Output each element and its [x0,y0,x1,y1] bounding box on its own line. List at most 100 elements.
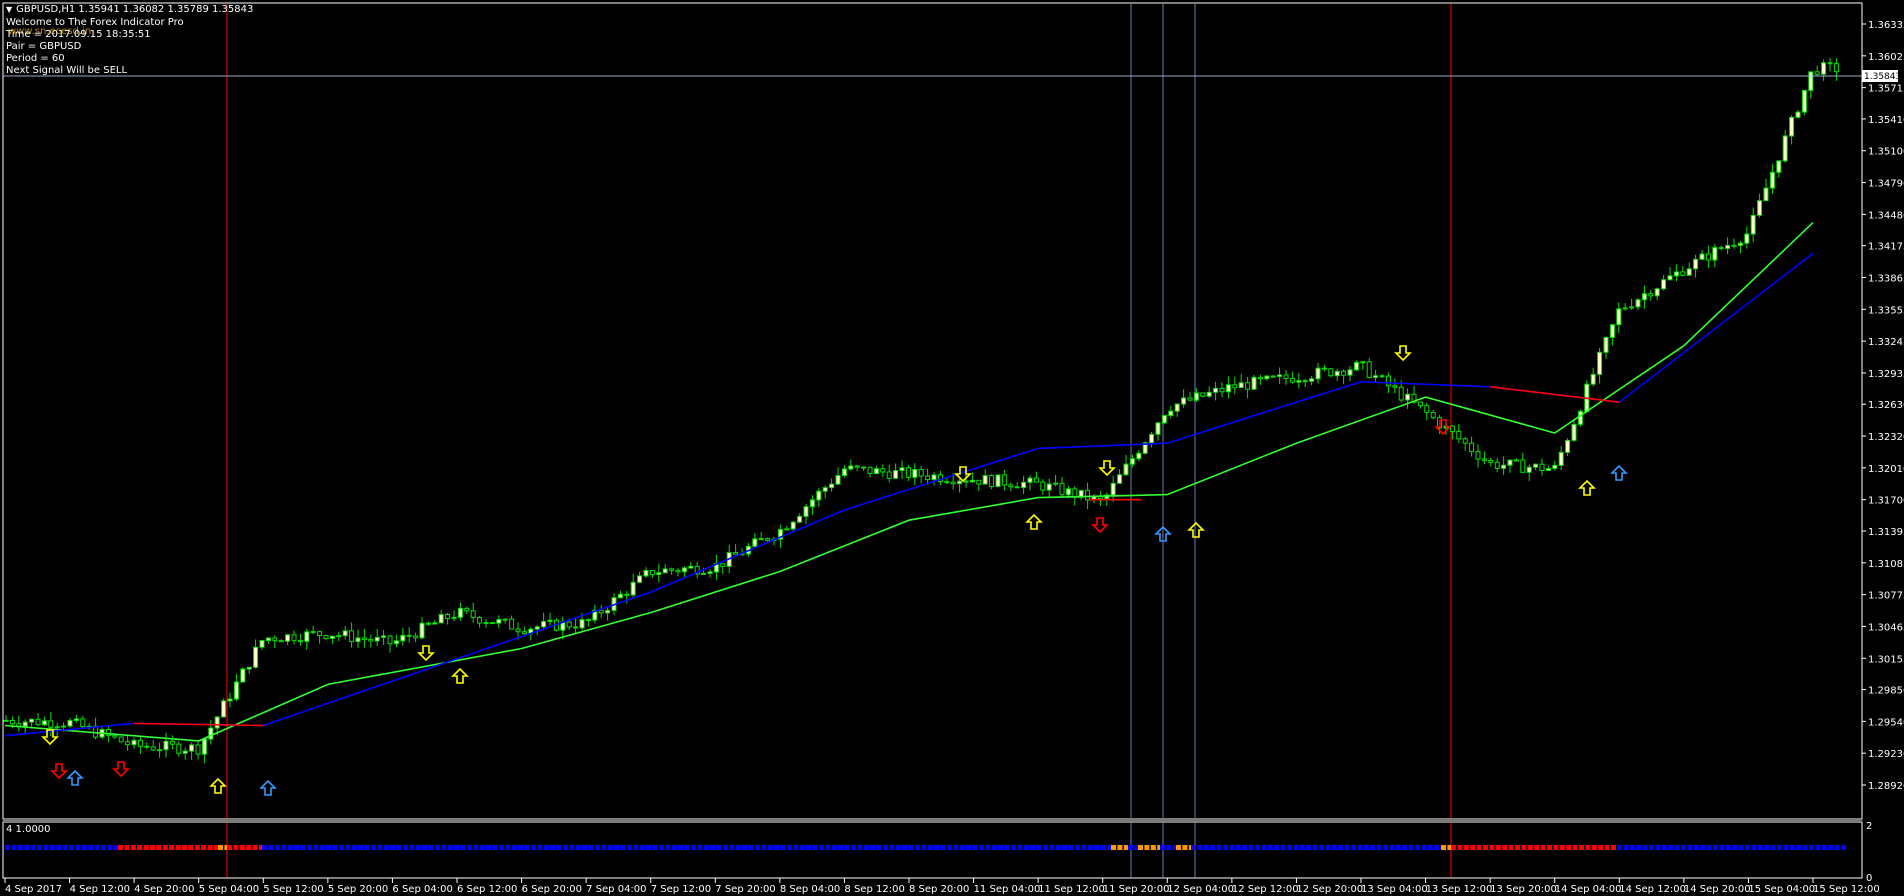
time-text: Time = 2017.09.15 18:35:51 [6,29,151,40]
histogram-bar [1434,845,1440,850]
candle-body [1200,392,1206,397]
pair-text: Pair = GBPUSD [6,41,82,52]
histogram-bar [201,845,207,850]
candle-body [233,681,239,700]
histogram-bar [107,845,113,850]
histogram-bar [530,845,536,850]
candle-body [1603,336,1609,353]
histogram-bar [914,845,920,850]
histogram-bar [511,845,517,850]
candle-body [669,568,675,571]
candle-body [1462,438,1468,444]
histogram-bar [1267,845,1273,850]
price-tick-label: 1.34175 [1868,242,1904,253]
histogram-bar [652,845,658,850]
histogram-bar [1495,845,1501,850]
candle-body [9,719,15,725]
symbol-header[interactable]: ▼ GBPUSD,H1 1.35941 1.36082 1.35789 1.358… [6,4,253,16]
price-tick-label: 1.35410 [1868,115,1904,126]
histogram-bar [1331,845,1337,850]
histogram-bar [1280,845,1286,850]
histogram-bar [1306,845,1312,850]
histogram-bar [959,845,965,850]
histogram-bar [1408,845,1414,850]
candle-body [1699,253,1705,260]
histogram-bar [908,845,914,850]
histogram-bar [460,845,466,850]
histogram-bar [1559,845,1565,850]
sub-axis-bottom: 0 [1866,873,1872,884]
candle-body [1398,386,1404,401]
candle-body [521,631,527,635]
histogram-bar [124,845,130,850]
histogram-bar [1030,845,1035,850]
candle-body [1059,482,1065,496]
histogram-bar [940,845,946,850]
histogram-bar [1338,845,1344,850]
price-tick-label: 1.30775 [1868,591,1904,602]
candle-body [1321,367,1327,370]
candle-body [304,631,310,642]
histogram-bar [626,845,632,850]
candle-body [1539,463,1545,471]
histogram-bar [582,845,587,850]
histogram-bar [358,845,363,850]
histogram-bar [188,845,194,850]
candle-body [1283,374,1289,380]
candle-body [265,637,271,641]
candle-body [1475,451,1481,460]
histogram-bar [306,845,312,850]
candle-body [1123,463,1129,476]
time-tick-label: 8 Sep 04:00 [780,884,840,895]
candle-body [361,637,367,640]
candle-body [630,581,636,596]
candle-body [182,750,188,754]
candle-body [35,718,41,726]
candle-body [1206,391,1212,397]
histogram-bar [1681,845,1686,850]
candle-body [1821,62,1827,75]
candle-body [374,636,380,642]
candle-body [368,638,374,642]
time-axis: 4 Sep 2017 4 Sep 12:00 4 Sep 20:00 5 Sep 04… [4,878,1880,895]
candle-body [758,538,764,541]
histogram-bar [390,845,395,850]
candle-body [976,479,982,485]
price-tick-label: 1.32935 [1868,369,1904,380]
histogram-bar [1604,845,1610,850]
candle-body [413,635,419,639]
candle-body [1046,483,1052,491]
histogram-bar [1508,845,1514,850]
candle-body [1776,160,1782,173]
histogram-bar [62,845,68,850]
candle-body [1309,378,1315,382]
histogram-bar [1777,845,1782,850]
histogram-bar [409,845,415,850]
candle-body [1360,361,1366,364]
candle-body [912,468,918,478]
candle-body [61,725,67,728]
histogram-bar [639,845,645,850]
candle-body [227,698,233,702]
histogram-bar [1706,845,1712,850]
histogram-bar [1783,845,1789,850]
histogram-bar [1427,845,1433,850]
histogram-bar [479,845,485,850]
candle-body [1149,433,1155,444]
candle-body [1085,489,1091,501]
histogram-bar [857,845,863,850]
candle-body [1110,482,1116,496]
candle-body [809,499,815,508]
candle-body [73,718,79,721]
histogram-bar [1182,845,1188,850]
chart-canvas[interactable]: 1.35843 1.36335 1.36025 1.35715 1.35410 1.35… [0,0,1904,896]
time-tick-label: 13 Sep 04:00 [1361,884,1428,895]
candle-body [1827,62,1833,65]
candle-body [22,721,28,727]
candle-body [1219,387,1225,393]
time-tick-label: 8 Sep 20:00 [909,884,969,895]
collapse-caret-icon[interactable]: ▼ [6,4,12,16]
candle-body [1686,268,1692,276]
candle-body [336,635,342,638]
candle-body [387,635,393,645]
